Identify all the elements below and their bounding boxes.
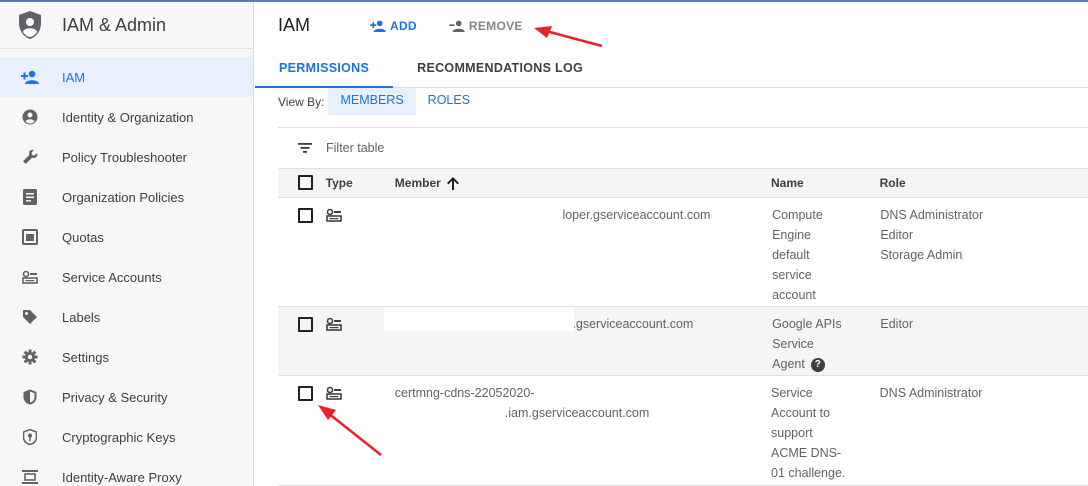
member-email: certmng-cdns-22052020- [394,386,535,400]
proxy-icon [21,468,39,486]
sidebar-item-quotas[interactable]: Quotas [0,217,253,257]
tag-icon [21,308,39,326]
sidebar-item-identity-aware-proxy[interactable]: Identity-Aware Proxy [0,457,253,486]
row-checkbox[interactable] [298,386,313,401]
shield-person-icon [19,11,41,39]
sidebar-item-labels[interactable]: Labels [0,297,253,337]
sidebar-header: IAM & Admin [0,2,253,49]
wrench-icon [21,148,39,166]
sidebar-item-cryptographic-keys[interactable]: Cryptographic Keys [0,417,253,457]
sidebar-item-label: Service Accounts [62,269,162,285]
sidebar: IAM & Admin IAM Identity & Organization … [0,2,254,486]
person-remove-icon [449,20,465,32]
redacted-area [384,307,575,331]
member-name-line: support [771,426,813,440]
member-name-line: Agent [772,357,805,371]
column-header-member[interactable]: Member [394,175,771,191]
sidebar-item-label: Cryptographic Keys [62,429,176,445]
filter-input-placeholder: Filter table [326,141,385,155]
member-name-line: Engine [772,228,812,242]
table-row: certmng-cdns-22052020- .iam.gserviceacco… [278,376,1088,486]
sidebar-item-organization-policies[interactable]: Organization Policies [0,177,253,217]
member-email: loper.gserviceaccount.com [562,208,711,222]
page-title: IAM [278,15,311,35]
table-header: Type Member Name Role [278,169,1088,198]
sort-ascending-icon [446,177,459,191]
member-name-line: default [772,248,810,262]
account-circle-icon [21,108,39,126]
tab-recommendations-log[interactable]: RECOMMENDATIONS LOG [393,49,607,88]
member-name-line: service [772,268,812,282]
gear-icon [21,348,39,366]
sidebar-item-label: Settings [62,349,109,365]
member-email: .gserviceaccount.com [572,317,694,331]
sidebar-item-policy-troubleshooter[interactable]: Policy Troubleshooter [0,137,253,177]
sidebar-item-label: Privacy & Security [62,389,168,405]
key-shield-icon [21,428,39,446]
service-account-icon [21,268,39,286]
members-table: Filter table Type Member Name Role loper… [278,127,1088,486]
member-name-line: Service [772,337,814,351]
row-checkbox[interactable] [298,208,313,223]
sidebar-item-label: Organization Policies [62,189,185,205]
column-header-name: Name [771,176,804,190]
member-name-line: Compute [772,208,823,222]
tab-permissions[interactable]: PERMISSIONS [255,49,394,88]
filter-icon [298,143,312,153]
sidebar-item-service-accounts[interactable]: Service Accounts [0,257,253,297]
person-add-icon [21,68,39,86]
remove-button-label: REMOVE [468,18,523,33]
member-name-line: Google APIs [772,317,842,331]
view-by-bar: View By: MEMBERS ROLES [255,88,1088,115]
tab-bar: PERMISSIONS RECOMMENDATIONS LOG [255,49,1088,88]
member-name-line: account [772,288,816,302]
column-header-role: Role [879,176,906,190]
view-by-members-button[interactable]: MEMBERS [328,88,416,115]
sidebar-item-label: IAM [62,69,86,85]
document-list-icon [21,188,39,206]
app-title: IAM & Admin [62,14,167,35]
sidebar-item-iam[interactable]: IAM [0,57,253,97]
add-button-label: ADD [390,18,417,33]
column-header-member-label: Member [394,175,441,190]
sidebar-item-label: Quotas [62,229,104,245]
quota-calendar-icon [21,228,39,246]
sidebar-item-label: Labels [62,309,101,325]
select-all-checkbox[interactable] [298,175,313,190]
service-account-icon [325,208,342,222]
role-item: Editor [880,228,913,242]
shield-icon [21,388,39,406]
help-icon[interactable]: ? [810,357,825,372]
row-checkbox[interactable] [298,317,313,332]
role-item: DNS Administrator [880,208,984,222]
service-account-icon [325,317,342,331]
member-email-continued: .iam.gserviceaccount.com [504,406,650,420]
remove-button[interactable]: REMOVE [449,19,523,33]
member-name-line: Account to [771,406,831,420]
service-account-icon [325,386,342,400]
column-header-type: Type [325,176,353,190]
table-row: .gserviceaccount.com Google APIs Service… [278,307,1088,376]
member-name-line: Service [771,386,813,400]
sidebar-item-settings[interactable]: Settings [0,337,253,377]
role-item: Storage Admin [880,248,963,262]
person-add-icon [370,20,386,32]
filter-bar[interactable]: Filter table [278,127,1088,169]
sidebar-item-privacy-security[interactable]: Privacy & Security [0,377,253,417]
table-row: loper.gserviceaccount.com Compute Engine… [278,198,1088,307]
sidebar-item-label: Identity & Organization [62,109,194,125]
sidebar-item-label: Policy Troubleshooter [62,149,188,165]
add-button[interactable]: ADD [370,19,417,33]
member-name-line: ACME DNS- [771,446,842,460]
page-header: IAM ADD REMOVE [255,2,1088,49]
role-item: Editor [880,317,914,331]
sidebar-item-identity-organization[interactable]: Identity & Organization [0,97,253,137]
view-by-roles-button[interactable]: ROLES [416,88,482,115]
sidebar-item-label: Identity-Aware Proxy [62,469,182,485]
role-item: DNS Administrator [879,386,983,400]
member-name-line: 01 challenge. [771,466,846,480]
view-by-label: View By: [278,94,325,109]
